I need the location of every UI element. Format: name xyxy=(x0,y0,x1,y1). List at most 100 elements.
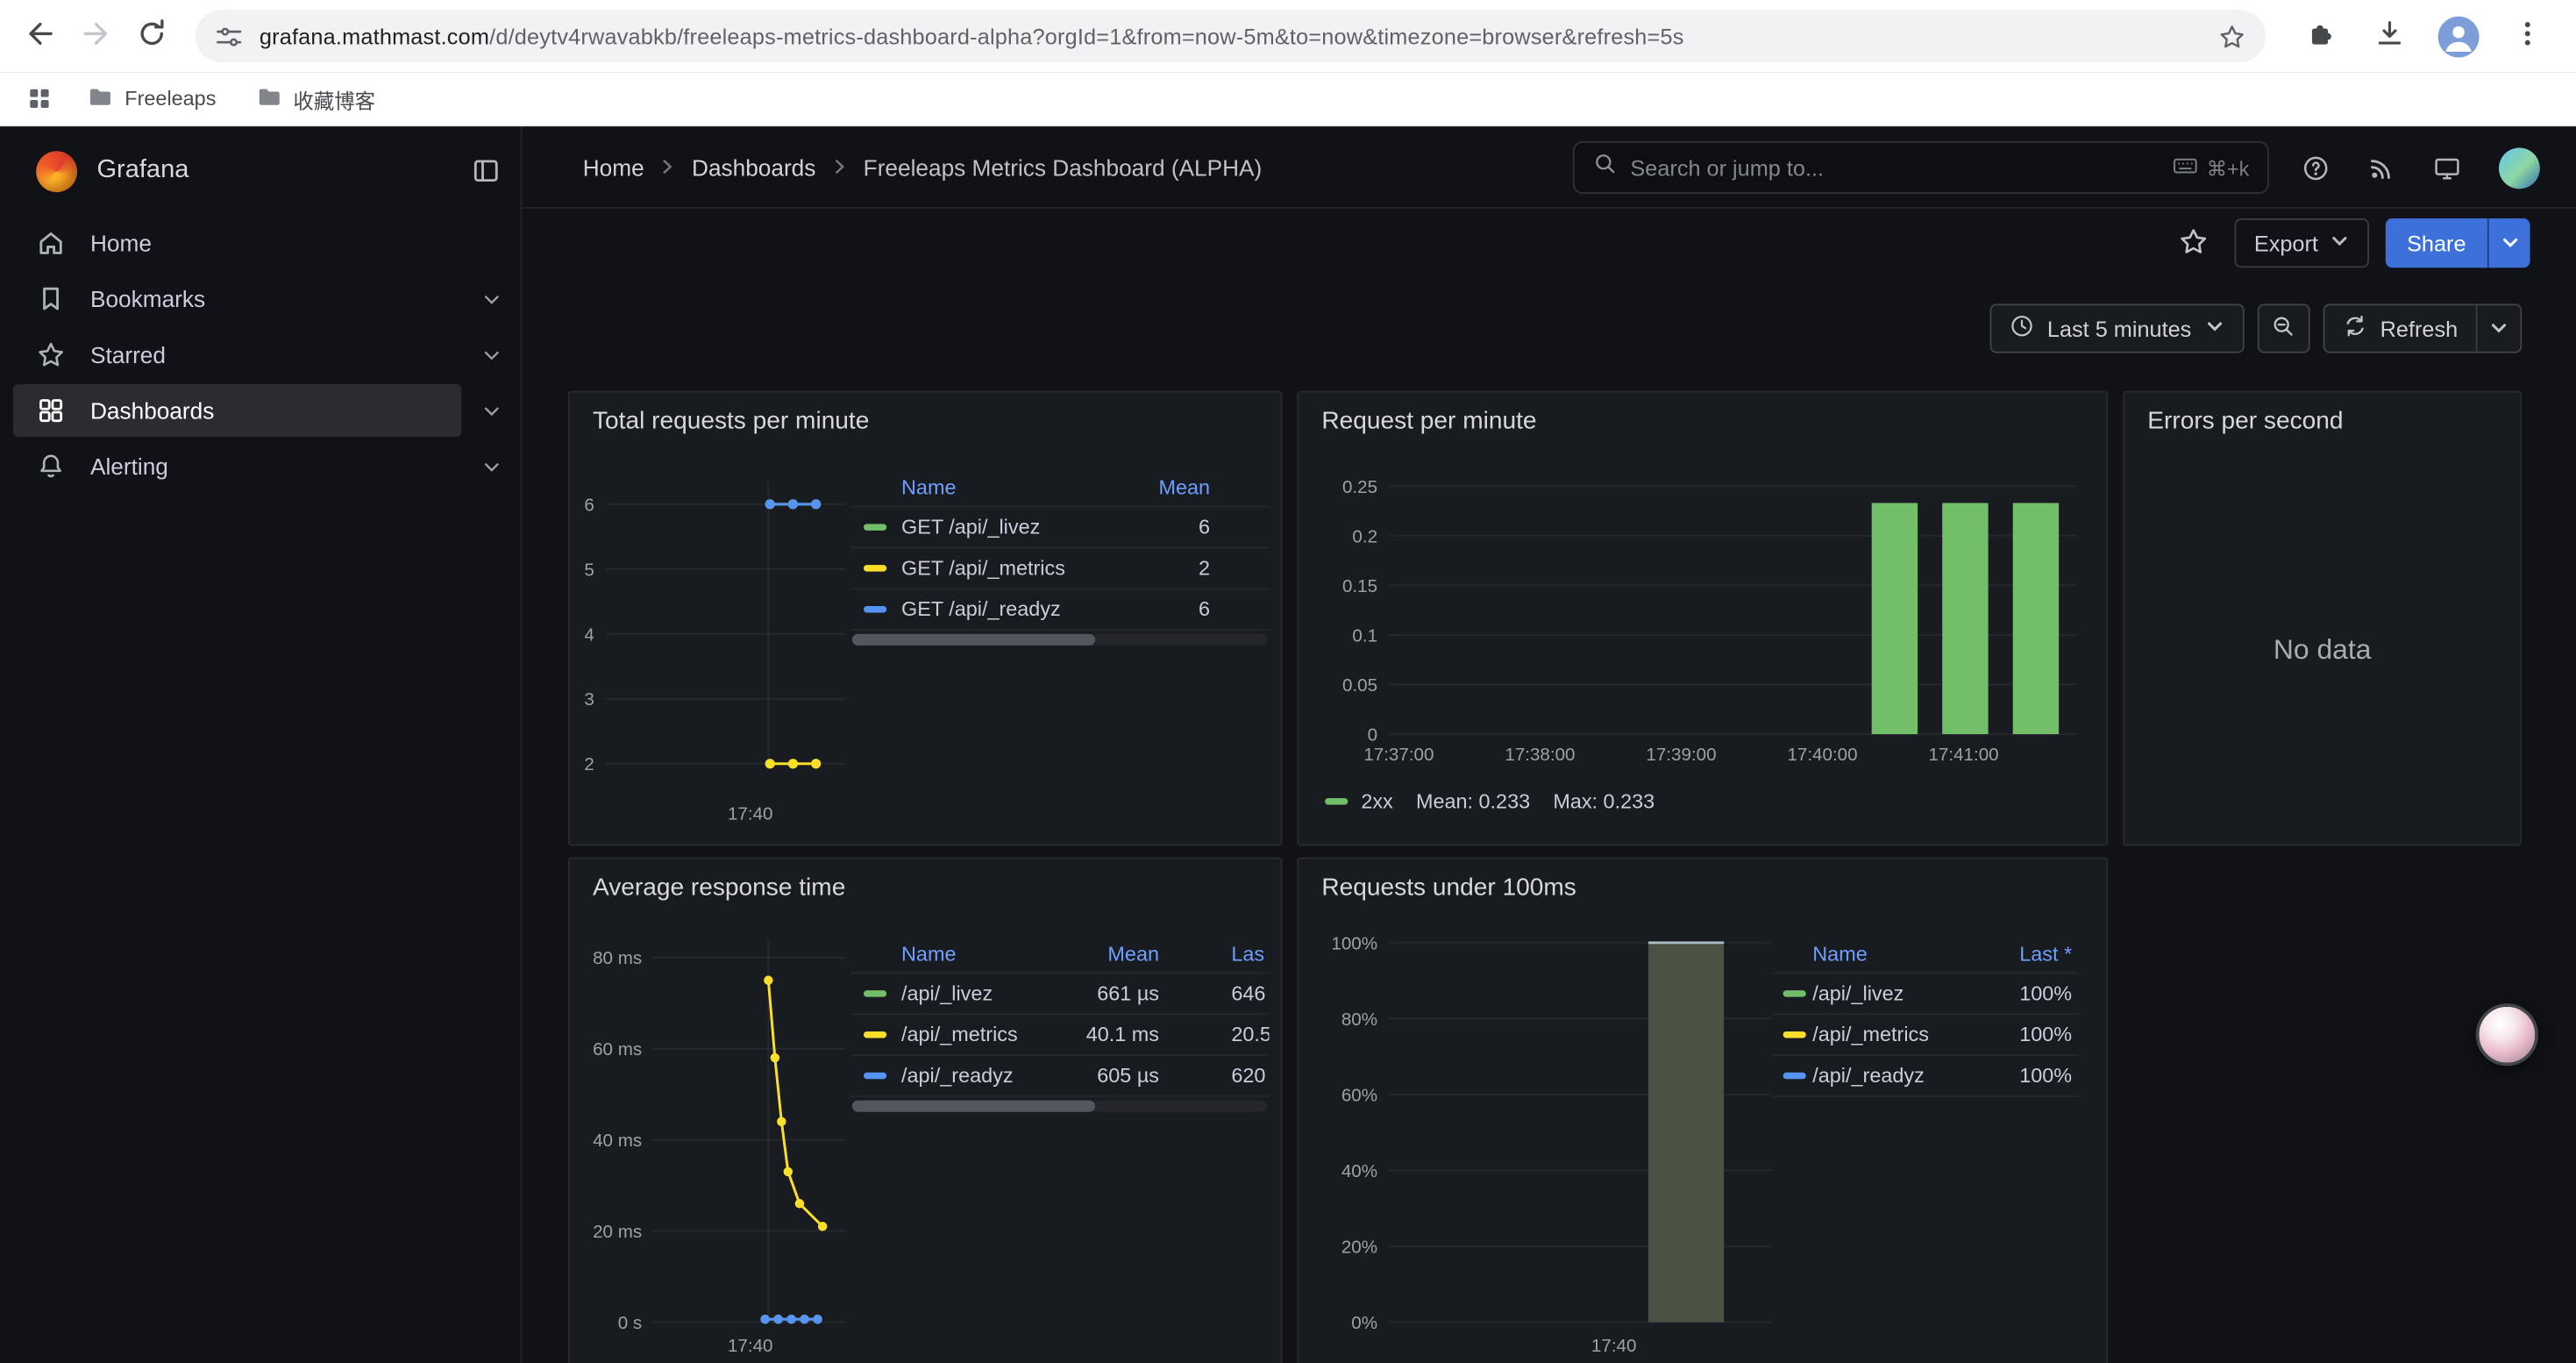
profile-button[interactable] xyxy=(2433,11,2482,61)
svg-text:17:40: 17:40 xyxy=(1591,1336,1637,1356)
tab-groups-icon[interactable] xyxy=(17,77,62,120)
refresh-button[interactable]: Refresh xyxy=(2324,305,2476,351)
export-button[interactable]: Export xyxy=(2234,218,2369,268)
no-data-message: No data xyxy=(2124,455,2520,845)
svg-text:80%: 80% xyxy=(1341,1010,1377,1030)
svg-text:17:40:00: 17:40:00 xyxy=(1787,745,1857,765)
share-button[interactable]: Share xyxy=(2386,218,2530,268)
series-color-icon xyxy=(864,1073,886,1079)
zoom-out-button[interactable] xyxy=(2257,303,2309,353)
news-rss-icon[interactable] xyxy=(2367,153,2395,182)
apps-icon xyxy=(36,396,66,425)
bookmark-star-icon[interactable] xyxy=(2218,22,2246,50)
back-button[interactable] xyxy=(11,8,68,64)
column-header[interactable]: Last * xyxy=(2019,942,2072,965)
floating-assistant-avatar[interactable] xyxy=(2476,1003,2538,1066)
puzzle-icon xyxy=(2304,18,2336,54)
breadcrumb-home[interactable]: Home xyxy=(583,153,644,180)
legend-row[interactable]: /api/_readyz100% xyxy=(1773,1056,2078,1097)
legend-row[interactable]: GET /api/_livez6 xyxy=(850,508,1269,549)
column-header[interactable]: Name xyxy=(1812,942,1867,965)
site-settings-icon[interactable] xyxy=(215,22,243,50)
user-avatar[interactable] xyxy=(2499,147,2540,189)
sidebar-item-bookmarks[interactable]: Bookmarks xyxy=(0,271,521,327)
svg-text:17:40: 17:40 xyxy=(728,803,773,824)
monitor-icon[interactable] xyxy=(2433,153,2461,182)
bookmark-folder-freeleaps[interactable]: Freeleaps xyxy=(72,76,231,121)
legend-row[interactable]: GET /api/_readyz6 xyxy=(850,589,1269,631)
column-header[interactable]: Mean xyxy=(1158,475,1210,498)
legend-row[interactable]: /api/_metrics100% xyxy=(1773,1015,2078,1056)
downloads-button[interactable] xyxy=(2364,11,2413,61)
sidebar-item-label: Bookmarks xyxy=(90,286,205,312)
time-range-picker[interactable]: Last 5 minutes xyxy=(1989,303,2244,353)
extensions-button[interactable] xyxy=(2295,11,2345,61)
share-dropdown-button[interactable] xyxy=(2487,218,2530,268)
svg-text:0 s: 0 s xyxy=(618,1313,642,1333)
legend-cell-name: /api/_readyz xyxy=(1812,1064,1925,1087)
chevron-down-icon[interactable] xyxy=(461,329,520,382)
legend-series-name[interactable]: 2xx xyxy=(1361,790,1392,813)
sidebar-item-alerting[interactable]: Alerting xyxy=(0,439,521,495)
panel-average-response-time[interactable]: Average response time 80 ms60 ms40 ms20 … xyxy=(568,857,1283,1363)
chevron-down-icon[interactable] xyxy=(461,440,520,493)
scrollbar-thumb[interactable] xyxy=(852,1101,1095,1112)
chevron-down-icon[interactable] xyxy=(461,273,520,325)
scrollbar-thumb[interactable] xyxy=(852,634,1095,646)
column-header[interactable]: Name xyxy=(901,475,956,498)
reload-button[interactable] xyxy=(123,8,179,64)
help-icon[interactable] xyxy=(2302,153,2330,182)
chevron-down-icon xyxy=(2330,231,2349,255)
refresh-icon xyxy=(2343,314,2367,344)
breadcrumb-dashboards[interactable]: Dashboards xyxy=(692,153,815,180)
sidebar-item-starred[interactable]: Starred xyxy=(0,327,521,383)
legend-row[interactable]: /api/_metrics40.1 ms20.5 r xyxy=(850,1015,1269,1056)
panel-requests-under-100ms[interactable]: Requests under 100ms 100%80%60%40%20%0%1… xyxy=(1297,857,2108,1363)
panel-request-per-minute[interactable]: Request per minute 0.250.20.150.10.05017… xyxy=(1297,391,2108,846)
legend-row[interactable]: GET /api/_metrics2 xyxy=(850,548,1269,589)
column-header[interactable]: Mean xyxy=(1107,942,1159,965)
star-icon xyxy=(2179,225,2209,260)
browser-menu-button[interactable] xyxy=(2502,11,2551,61)
svg-text:0.25: 0.25 xyxy=(1342,477,1377,497)
legend-cell-last: 646 xyxy=(1231,982,1265,1005)
refresh-control[interactable]: Refresh xyxy=(2323,303,2522,353)
refresh-interval-dropdown[interactable] xyxy=(2476,305,2521,351)
legend-scrollbar[interactable] xyxy=(852,1101,1268,1112)
svg-text:17:41:00: 17:41:00 xyxy=(1928,745,1998,765)
url-bar[interactable]: grafana.mathmast.com/d/deytv4rwavabkb/fr… xyxy=(196,10,2266,62)
search-input[interactable] xyxy=(1630,155,2159,180)
bookmark-label: Freeleaps xyxy=(125,87,216,110)
sidebar-item-home[interactable]: Home xyxy=(0,215,521,271)
sidebar-item-dashboards[interactable]: Dashboards xyxy=(0,382,521,439)
share-button-label[interactable]: Share xyxy=(2386,218,2487,268)
star-dashboard-button[interactable] xyxy=(2168,218,2217,268)
reload-icon xyxy=(135,18,167,54)
panel-total-requests-per-minute[interactable]: Total requests per minute 6543217:40 Nam… xyxy=(568,391,1283,846)
legend-row[interactable]: /api/_readyz605 µs620 xyxy=(850,1056,1269,1097)
legend-cell-name: /api/_readyz xyxy=(901,1064,1014,1087)
svg-text:0%: 0% xyxy=(1351,1313,1377,1333)
legend-row[interactable]: /api/_livez661 µs646 xyxy=(850,974,1269,1015)
grafana-logo[interactable] xyxy=(36,150,77,191)
panel-errors-per-second[interactable]: Errors per second No data xyxy=(2123,391,2522,846)
breadcrumb: Home Dashboards Freeleaps Metrics Dashbo… xyxy=(583,153,1263,180)
legend-cell-mean: 2 xyxy=(1199,557,1210,580)
browser-actions xyxy=(2282,11,2565,61)
bookmark-folder-blog[interactable]: 收藏博客 xyxy=(241,76,390,121)
column-header[interactable]: Las xyxy=(1231,942,1264,965)
folder-icon xyxy=(87,83,113,115)
time-controls: Last 5 minutes Refresh xyxy=(522,303,2576,353)
search-bar[interactable]: ⌘+k xyxy=(1573,141,2269,194)
legend-row[interactable]: /api/_livez100% xyxy=(1773,974,2078,1015)
forward-button[interactable] xyxy=(68,8,124,64)
keyboard-icon xyxy=(2172,152,2198,183)
chevron-down-icon[interactable] xyxy=(461,384,520,437)
legend-scrollbar[interactable] xyxy=(852,634,1268,646)
sidebar-item-label: Dashboards xyxy=(90,397,214,424)
panel-title: Average response time xyxy=(570,859,1281,921)
column-header[interactable]: Name xyxy=(901,942,956,965)
svg-text:2: 2 xyxy=(584,754,594,774)
sidebar-collapse-icon[interactable] xyxy=(471,156,501,186)
svg-text:0.1: 0.1 xyxy=(1352,625,1377,646)
